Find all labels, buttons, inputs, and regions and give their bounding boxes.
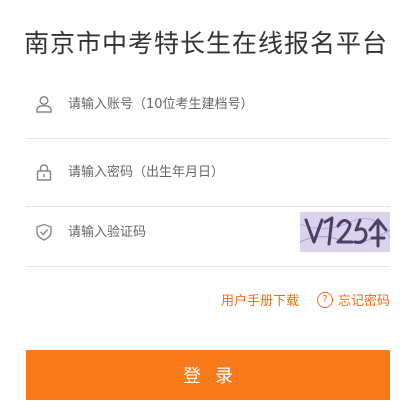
help-links: 用户手册下载 ? 忘记密码 xyxy=(221,290,390,309)
user-icon xyxy=(34,94,54,114)
password-field xyxy=(26,138,390,207)
question-icon: ? xyxy=(316,291,333,308)
captcha-field xyxy=(26,198,390,267)
login-button[interactable]: 登录 xyxy=(26,350,390,400)
login-page: 南京市中考特长生在线报名平台 请输入账号（10位考生建档号） 请输入验证码 用户… xyxy=(0,0,412,416)
forgot-password-link[interactable]: ? 忘记密码 xyxy=(316,290,390,309)
shield-icon xyxy=(34,222,54,242)
lock-icon xyxy=(34,162,54,182)
page-title: 南京市中考特长生在线报名平台 xyxy=(23,29,388,58)
password-input[interactable] xyxy=(68,157,390,187)
captcha-image[interactable] xyxy=(300,212,390,252)
account-field xyxy=(26,70,390,139)
manual-download-link[interactable]: 用户手册下载 xyxy=(221,290,299,309)
account-input[interactable] xyxy=(68,89,390,119)
forgot-password-label: 忘记密码 xyxy=(337,294,390,309)
